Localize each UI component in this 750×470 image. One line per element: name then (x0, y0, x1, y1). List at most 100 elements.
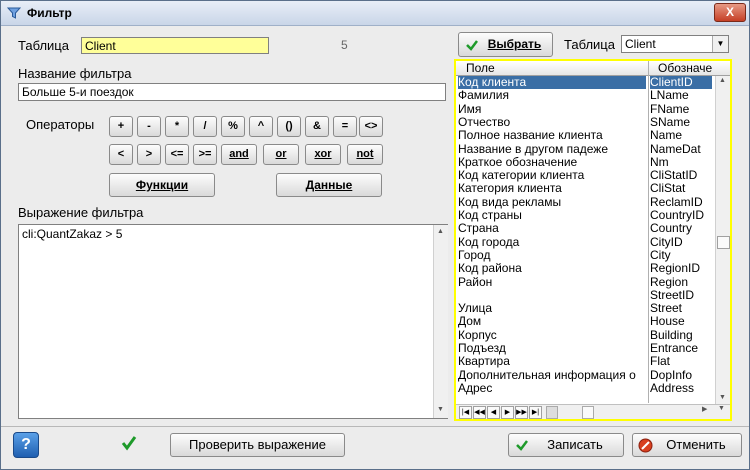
next-record-icon[interactable]: ▶ (501, 406, 514, 419)
operator-and-button[interactable]: and (221, 144, 257, 165)
operator-equals-button[interactable]: = (333, 116, 357, 137)
table-row[interactable]: Дополнительная информация о DopInfo (456, 369, 714, 382)
col-header-alias[interactable]: Обозначе (658, 61, 712, 75)
scroll-thumb[interactable] (717, 236, 730, 249)
operator-parentheses-button[interactable]: () (277, 116, 301, 137)
field-alias-cell[interactable]: Nm (650, 156, 712, 169)
table-row[interactable]: Код города CityID (456, 236, 714, 249)
field-alias-cell[interactable]: Street (650, 302, 712, 315)
table-row[interactable]: Категория клиента CliStat (456, 182, 714, 195)
first-record-icon[interactable]: |◀ (459, 406, 472, 419)
field-name-cell[interactable]: Краткое обозначение (458, 156, 646, 169)
check-expression-button[interactable]: Проверить выражение (170, 433, 345, 457)
operator-minus-button[interactable]: - (137, 116, 161, 137)
table-name-field[interactable]: Client (81, 37, 269, 54)
field-name-cell[interactable]: Код города (458, 236, 646, 249)
operator-xor-button[interactable]: xor (305, 144, 341, 165)
field-name-cell[interactable]: Подъезд (458, 342, 646, 355)
field-name-cell[interactable]: Город (458, 249, 646, 262)
field-alias-cell[interactable]: DopInfo (650, 369, 712, 382)
field-name-cell[interactable]: Имя (458, 103, 646, 116)
table-row[interactable]: Улица Street (456, 302, 714, 315)
field-alias-cell[interactable]: Name (650, 129, 712, 142)
operator-divide-button[interactable]: / (193, 116, 217, 137)
field-name-cell[interactable]: Дополнительная информация о (458, 369, 646, 382)
last-record-icon[interactable]: ▶| (529, 406, 542, 419)
field-name-cell[interactable]: Район (458, 276, 646, 289)
table-row[interactable]: Код страны CountryID (456, 209, 714, 222)
operator-power-button[interactable]: ^ (249, 116, 273, 137)
operator-or-button[interactable]: or (263, 144, 299, 165)
data-button[interactable]: Данные (276, 173, 382, 197)
field-alias-cell[interactable]: City (650, 249, 712, 262)
field-alias-cell[interactable]: SName (650, 116, 712, 129)
field-name-cell[interactable]: Квартира (458, 355, 646, 368)
prev-record-icon[interactable]: ◀ (487, 406, 500, 419)
field-alias-cell[interactable]: Entrance (650, 342, 712, 355)
right-table-select[interactable]: Client ▼ (621, 35, 729, 53)
table-row[interactable]: Адрес Address (456, 382, 714, 395)
field-alias-cell[interactable]: Flat (650, 355, 712, 368)
table-row[interactable]: Район Region (456, 276, 714, 289)
expression-editor[interactable]: cli:QuantZakaz > 5 (18, 224, 448, 419)
operator-less-equal-button[interactable]: <= (165, 144, 189, 165)
operator-greater-equal-button[interactable]: >= (193, 144, 217, 165)
hscroll-right-icon[interactable]: ▶ (702, 405, 707, 413)
field-alias-cell[interactable]: Address (650, 382, 712, 395)
scroll-up-icon[interactable]: ▲ (437, 228, 444, 235)
scroll-down-icon[interactable]: ▼ (719, 394, 726, 401)
table-row[interactable]: Страна Country (456, 222, 714, 235)
table-row[interactable]: Имя FName (456, 103, 714, 116)
filter-name-field[interactable]: Больше 5-и поездок (18, 83, 446, 101)
table-row[interactable]: Дом House (456, 315, 714, 328)
operator-greater-button[interactable]: > (137, 144, 161, 165)
field-alias-cell[interactable]: ClientID (650, 76, 712, 89)
field-alias-cell[interactable]: Country (650, 222, 712, 235)
field-alias-cell[interactable]: CityID (650, 236, 712, 249)
field-alias-cell[interactable]: CountryID (650, 209, 712, 222)
operator-multiply-button[interactable]: * (165, 116, 189, 137)
scroll-down-icon[interactable]: ▼ (718, 405, 725, 412)
field-name-cell[interactable]: Название в другом падеже (458, 143, 646, 156)
table-row[interactable]: Корпус Building (456, 329, 714, 342)
field-name-cell[interactable]: Код района (458, 262, 646, 275)
close-button[interactable]: X (714, 3, 746, 22)
hscroll-thumb[interactable] (582, 406, 594, 419)
field-alias-cell[interactable]: CliStat (650, 182, 712, 195)
field-name-cell[interactable]: Отчество (458, 116, 646, 129)
field-name-cell[interactable]: Страна (458, 222, 646, 235)
field-alias-cell[interactable]: RegionID (650, 262, 712, 275)
field-alias-cell[interactable]: FName (650, 103, 712, 116)
prev-page-icon[interactable]: ◀◀ (473, 406, 486, 419)
scroll-down-icon[interactable]: ▼ (437, 406, 444, 413)
operator-not-button[interactable]: not (347, 144, 383, 165)
operator-not-equal-button[interactable]: <> (359, 116, 383, 137)
select-button[interactable]: Выбрать (458, 32, 553, 57)
col-header-field[interactable]: Поле (466, 61, 495, 75)
help-icon[interactable]: ? (13, 432, 39, 458)
field-name-cell[interactable]: Код страны (458, 209, 646, 222)
field-alias-cell[interactable]: NameDat (650, 143, 712, 156)
field-alias-cell[interactable]: CliStatID (650, 169, 712, 182)
hscroll-left-icon[interactable] (546, 406, 558, 419)
next-page-icon[interactable]: ▶▶ (515, 406, 528, 419)
table-row[interactable]: StreetID (456, 289, 714, 302)
scroll-up-icon[interactable]: ▲ (719, 77, 726, 84)
table-row[interactable]: Краткое обозначение Nm (456, 156, 714, 169)
table-row[interactable]: Код района RegionID (456, 262, 714, 275)
operator-ampersand-button[interactable]: & (305, 116, 329, 137)
table-row[interactable]: Подъезд Entrance (456, 342, 714, 355)
field-name-cell[interactable]: Код вида рекламы (458, 196, 646, 209)
field-alias-cell[interactable]: StreetID (650, 289, 712, 302)
field-name-cell[interactable]: Корпус (458, 329, 646, 342)
table-row[interactable]: Название в другом падеже NameDat (456, 143, 714, 156)
field-alias-cell[interactable]: Building (650, 329, 712, 342)
cancel-button[interactable]: Отменить (632, 433, 742, 457)
table-row[interactable]: Код вида рекламы ReclamID (456, 196, 714, 209)
field-name-cell[interactable]: Код клиента (458, 76, 646, 89)
expression-scrollbar[interactable]: ▲ ▼ (433, 225, 448, 418)
field-name-cell[interactable]: Полное название клиента (458, 129, 646, 142)
field-alias-cell[interactable]: LName (650, 89, 712, 102)
table-row[interactable]: Город City (456, 249, 714, 262)
field-alias-cell[interactable]: House (650, 315, 712, 328)
